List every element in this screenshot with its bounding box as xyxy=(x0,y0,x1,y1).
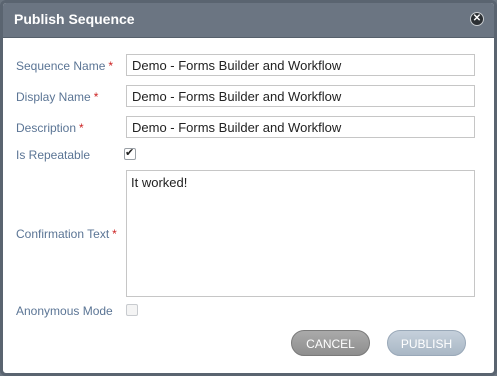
description-label: Description * xyxy=(16,121,84,135)
confirmation-text-label: Confirmation Text * xyxy=(16,227,117,241)
dialog-titlebar: Publish Sequence ✕ xyxy=(3,3,494,38)
is-repeatable-label: Is Repeatable xyxy=(16,148,91,162)
display-name-label-text: Display Name xyxy=(16,90,91,104)
anonymous-mode-label: Anonymous Mode xyxy=(16,304,113,318)
confirmation-text-label-text: Confirmation Text xyxy=(16,227,110,241)
sequence-name-input[interactable] xyxy=(126,54,475,76)
sequence-name-label-text: Sequence Name xyxy=(16,59,106,73)
anonymous-mode-checkbox[interactable] xyxy=(126,304,138,316)
required-marker: * xyxy=(112,227,117,241)
sequence-name-label: Sequence Name * xyxy=(16,59,113,73)
confirmation-text-textarea[interactable]: It worked! xyxy=(126,170,475,297)
display-name-input[interactable] xyxy=(126,85,475,107)
description-input[interactable] xyxy=(126,116,475,138)
required-marker: * xyxy=(93,90,99,104)
cancel-button[interactable]: CANCEL xyxy=(291,330,370,356)
required-marker: * xyxy=(108,59,114,73)
is-repeatable-checkbox[interactable] xyxy=(124,146,136,160)
required-marker: * xyxy=(79,121,84,135)
close-icon[interactable]: ✕ xyxy=(470,12,484,26)
publish-sequence-dialog: Publish Sequence ✕ Sequence Name* Displa… xyxy=(0,0,497,376)
description-label-text: Description xyxy=(16,121,77,135)
publish-button[interactable]: PUBLISH xyxy=(387,330,466,356)
dialog-title: Publish Sequence xyxy=(14,11,135,27)
display-name-label: Display Name * xyxy=(16,90,98,104)
